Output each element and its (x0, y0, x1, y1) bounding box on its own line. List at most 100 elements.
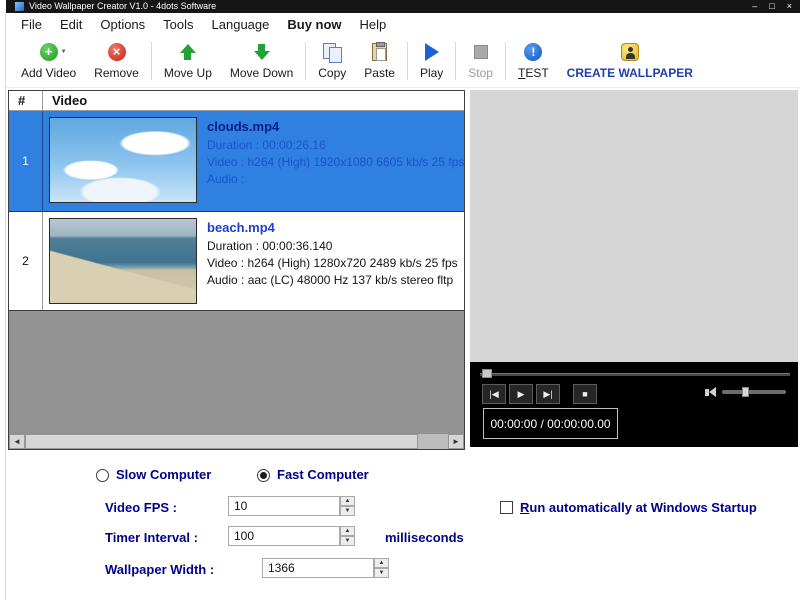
menu-tools[interactable]: Tools (154, 17, 202, 32)
paste-icon (372, 43, 387, 61)
maximize-button[interactable]: □ (769, 0, 774, 13)
paste-label: Paste (364, 66, 395, 80)
app-window: Video Wallpaper Creator V1.0 - 4dots Sof… (0, 0, 800, 600)
run-at-startup-label[interactable]: Run automatically at Windows Startup (520, 500, 757, 515)
play-button[interactable]: Play (411, 35, 452, 87)
menu-language[interactable]: Language (203, 17, 279, 32)
window-left-border (5, 13, 6, 600)
fast-computer-radio[interactable] (257, 469, 270, 482)
remove-label: Remove (94, 66, 139, 80)
list-item-beach[interactable]: 2 beach.mp4 Duration : 00:00:36.140 Vide… (9, 211, 464, 311)
menu-options[interactable]: Options (91, 17, 154, 32)
test-button[interactable]: ! TEST (509, 35, 558, 87)
add-video-button[interactable]: +▼ Add Video (12, 35, 85, 87)
spin-up-icon[interactable]: ▲ (340, 496, 355, 506)
speaker-icon (705, 387, 716, 397)
timer-interval-stepper[interactable]: ▲ ▼ (340, 526, 355, 546)
video-name: beach.mp4 (207, 220, 464, 235)
video-duration: Duration : 00:00:36.140 (207, 238, 464, 255)
create-wallpaper-label: CREATE WALLPAPER (567, 66, 693, 80)
wallpaper-width-stepper[interactable]: ▲ ▼ (374, 558, 389, 578)
menu-help[interactable]: Help (351, 17, 396, 32)
copy-button[interactable]: Copy (309, 35, 355, 87)
seek-slider-thumb[interactable] (482, 369, 492, 378)
title-bar: Video Wallpaper Creator V1.0 - 4dots Sof… (6, 0, 800, 13)
scrollbar-thumb[interactable] (25, 434, 418, 449)
app-icon (15, 2, 24, 11)
video-codec-info: Video : h264 (High) 1920x1080 6605 kb/s … (207, 154, 464, 171)
video-preview-area (470, 90, 798, 362)
horizontal-scrollbar[interactable]: ◄ ► (9, 433, 464, 449)
volume-slider[interactable] (722, 390, 786, 394)
wallpaper-width-input[interactable] (262, 558, 374, 578)
video-name: clouds.mp4 (207, 119, 464, 134)
move-down-icon (254, 44, 270, 60)
spin-up-icon[interactable]: ▲ (340, 526, 355, 536)
stop-button: Stop (459, 35, 502, 87)
move-up-icon (180, 44, 196, 60)
move-up-label: Move Up (164, 66, 212, 80)
toolbar-separator (151, 42, 152, 80)
toolbar-separator (305, 42, 306, 80)
player-stop-button[interactable]: ■ (573, 384, 597, 404)
menu-file[interactable]: File (12, 17, 51, 32)
toolbar: +▼ Add Video × Remove Move Up Move Down … (6, 35, 800, 88)
video-list: # Video 1 clouds.mp4 Duration : 00:00:26… (8, 90, 465, 450)
toolbar-separator (407, 42, 408, 80)
video-fps-label: Video FPS : (105, 500, 177, 515)
video-fps-stepper[interactable]: ▲ ▼ (340, 496, 355, 516)
menu-edit[interactable]: Edit (51, 17, 91, 32)
move-down-label: Move Down (230, 66, 293, 80)
spin-down-icon[interactable]: ▼ (340, 506, 355, 516)
add-video-dropdown-icon[interactable]: ▼ (61, 49, 67, 55)
close-button[interactable]: × (787, 0, 792, 13)
video-fps-input[interactable] (228, 496, 340, 516)
video-thumbnail-clouds (49, 117, 197, 203)
wallpaper-width-label: Wallpaper Width : (105, 562, 214, 577)
volume-slider-thumb[interactable] (742, 387, 749, 397)
window-title: Video Wallpaper Creator V1.0 - 4dots Sof… (29, 1, 216, 11)
add-video-label: Add Video (21, 66, 76, 80)
player-play-button[interactable]: ▶ (509, 384, 533, 404)
add-icon: + (40, 43, 58, 61)
remove-icon: × (108, 43, 126, 61)
video-thumbnail-beach (49, 218, 197, 304)
stop-icon (474, 45, 488, 59)
scroll-right-icon[interactable]: ► (448, 434, 464, 449)
column-header-index[interactable]: # (9, 91, 43, 110)
copy-icon (323, 43, 341, 61)
row-number: 1 (9, 111, 43, 211)
play-label: Play (420, 66, 443, 80)
move-up-button[interactable]: Move Up (155, 35, 221, 87)
menu-bar: File Edit Options Tools Language Buy now… (6, 13, 800, 35)
list-header: # Video (9, 91, 464, 111)
minimize-button[interactable]: – (752, 0, 757, 13)
previous-button[interactable]: |◀ (482, 384, 506, 404)
timer-interval-input[interactable] (228, 526, 340, 546)
seek-slider[interactable] (480, 373, 790, 376)
slow-computer-radio[interactable] (96, 469, 109, 482)
milliseconds-label: milliseconds (385, 530, 464, 545)
spin-down-icon[interactable]: ▼ (340, 536, 355, 546)
slow-computer-label[interactable]: Slow Computer (116, 467, 211, 482)
create-wallpaper-button[interactable]: CREATE WALLPAPER (558, 35, 702, 87)
fast-computer-label[interactable]: Fast Computer (277, 467, 369, 482)
scroll-left-icon[interactable]: ◄ (9, 434, 25, 449)
next-button[interactable]: ▶| (536, 384, 560, 404)
spin-down-icon[interactable]: ▼ (374, 568, 389, 578)
timer-interval-label: Timer Interval : (105, 530, 198, 545)
test-icon: ! (524, 43, 542, 61)
paste-button[interactable]: Paste (355, 35, 404, 87)
run-at-startup-checkbox[interactable] (500, 501, 513, 514)
remove-button[interactable]: × Remove (85, 35, 148, 87)
menu-buy-now[interactable]: Buy now (278, 17, 350, 32)
audio-codec-info: Audio : aac (LC) 48000 Hz 137 kb/s stere… (207, 272, 464, 289)
move-down-button[interactable]: Move Down (221, 35, 302, 87)
spin-up-icon[interactable]: ▲ (374, 558, 389, 568)
column-header-video[interactable]: Video (43, 91, 464, 110)
time-display: 00:00:00 / 00:00:00.00 (483, 408, 618, 439)
media-player-panel: |◀ ▶ ▶| ■ 00:00:00 / 00:00:00.00 (470, 362, 798, 447)
copy-label: Copy (318, 66, 346, 80)
test-label: TEST (518, 66, 549, 80)
list-item-clouds[interactable]: 1 clouds.mp4 Duration : 00:00:26.16 Vide… (9, 111, 464, 211)
